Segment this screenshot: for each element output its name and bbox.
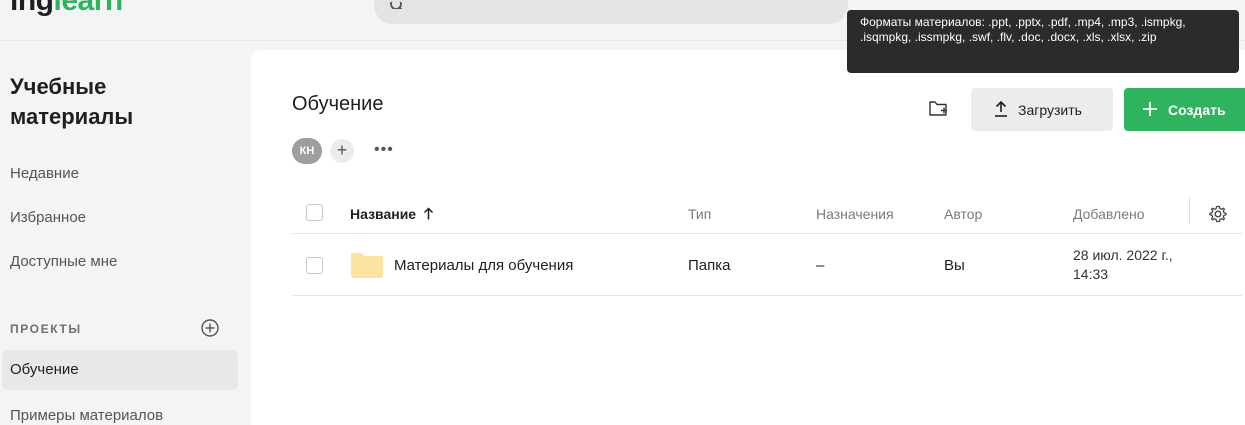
search-icon <box>390 0 404 9</box>
new-folder-button[interactable] <box>924 96 952 122</box>
sort-ascending-icon <box>424 207 434 220</box>
create-button-label: Создать <box>1168 102 1226 118</box>
sidebar-title: Учебные материалы <box>10 74 134 129</box>
row-assignments: – <box>816 257 825 274</box>
column-divider <box>1189 198 1190 224</box>
add-circle-icon <box>201 319 219 337</box>
main-panel: Обучение КН + ••• Загрузить Создать Назв… <box>251 50 1245 425</box>
upload-button[interactable]: Загрузить <box>971 88 1113 131</box>
table-settings-button[interactable] <box>1208 204 1228 224</box>
table-header: Название Тип Назначения Автор Добавлено <box>292 194 1242 234</box>
search-bar[interactable] <box>374 0 848 24</box>
sidebar-item-favorites[interactable]: Избранное <box>2 198 238 238</box>
gear-icon <box>1209 205 1227 223</box>
row-added-date: 28 июл. 2022 г., 14:33 <box>1073 247 1173 282</box>
upload-icon <box>995 101 1007 117</box>
create-button[interactable]: Создать <box>1124 88 1245 131</box>
sidebar-item-project-training[interactable]: Обучение <box>2 350 238 390</box>
select-all-checkbox[interactable] <box>306 204 323 221</box>
upload-button-label: Загрузить <box>1018 102 1082 118</box>
row-type: Папка <box>688 257 731 274</box>
plus-icon <box>1143 102 1157 116</box>
row-author: Вы <box>944 257 965 274</box>
folder-plus-icon <box>929 101 947 116</box>
table-row[interactable]: Материалы для обучения Папка – Вы 28 июл… <box>292 235 1242 296</box>
column-header-author[interactable]: Автор <box>944 206 982 222</box>
row-name[interactable]: Материалы для обучения <box>394 257 573 274</box>
app-logo[interactable]: inglearn <box>10 0 123 18</box>
column-header-type[interactable]: Тип <box>688 206 711 222</box>
row-checkbox[interactable] <box>306 257 323 274</box>
search-input[interactable] <box>414 0 834 14</box>
column-header-name[interactable]: Название <box>350 206 434 222</box>
add-project-button[interactable] <box>200 318 220 338</box>
formats-tooltip: Форматы материалов: .ppt, .pptx, .pdf, .… <box>847 10 1239 73</box>
page-title: Обучение <box>292 93 384 115</box>
folder-icon <box>351 253 383 278</box>
sidebar: Учебные материалы Недавние Избранное Дос… <box>0 50 250 425</box>
add-member-button[interactable]: + <box>330 139 354 163</box>
more-options-icon[interactable]: ••• <box>374 140 394 160</box>
avatar[interactable]: КН <box>292 138 322 164</box>
column-header-added[interactable]: Добавлено <box>1073 206 1145 222</box>
sidebar-item-project-examples[interactable]: Примеры материалов <box>2 396 238 425</box>
projects-heading: ПРОЕКТЫ <box>10 322 82 336</box>
sidebar-item-shared-with-me[interactable]: Доступные мне <box>2 242 238 282</box>
sidebar-item-recent[interactable]: Недавние <box>2 154 238 194</box>
column-header-assignments[interactable]: Назначения <box>816 206 894 222</box>
